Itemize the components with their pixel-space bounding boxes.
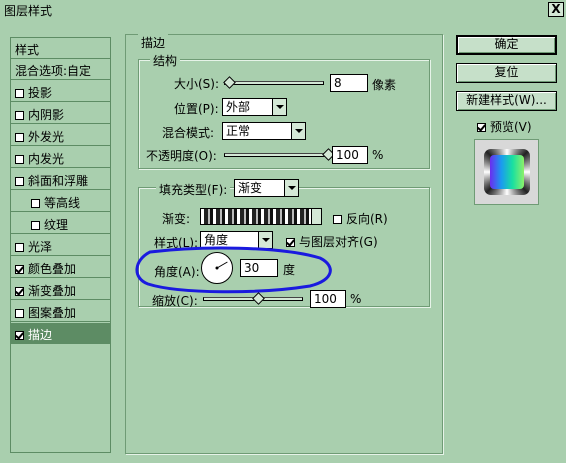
- stroke-section-title: 描边: [138, 34, 169, 51]
- style-item-checkbox[interactable]: [15, 155, 24, 164]
- chevron-down-icon: [272, 99, 286, 115]
- style-preview-box: [474, 139, 539, 205]
- style-item-label: 纹理: [44, 218, 69, 232]
- style-item-checkbox[interactable]: [15, 177, 24, 186]
- style-item-10[interactable]: 渐变叠加: [11, 279, 110, 300]
- style-item-0[interactable]: 混合选项:自定: [11, 59, 110, 80]
- style-item-label: 渐变叠加: [28, 284, 77, 298]
- style-item-label: 图案叠加: [28, 306, 77, 320]
- preview-checkbox-wrap[interactable]: 预览(V): [477, 118, 532, 135]
- styles-list-header[interactable]: 样式: [11, 38, 110, 59]
- opacity-slider-track[interactable]: [224, 153, 328, 157]
- chevron-down-icon: [284, 180, 298, 196]
- position-select[interactable]: 外部: [222, 98, 287, 116]
- preview-label: 预览(V): [490, 120, 532, 134]
- style-item-label: 外发光: [28, 130, 65, 144]
- style-item-9[interactable]: 颜色叠加: [11, 257, 110, 278]
- reset-button[interactable]: 复位: [456, 63, 557, 83]
- blend-mode-select[interactable]: 正常: [222, 122, 306, 140]
- ok-button[interactable]: 确定: [456, 35, 557, 55]
- style-item-checkbox[interactable]: [15, 133, 24, 142]
- preview-checkbox[interactable]: [477, 123, 486, 132]
- title-bar: 图层样式 X: [0, 0, 566, 21]
- reverse-checkbox-wrap[interactable]: 反向(R): [333, 210, 388, 227]
- blend-mode-value: 正常: [226, 124, 251, 138]
- position-value: 外部: [226, 100, 251, 114]
- style-item-label: 混合选项:自定: [15, 64, 92, 78]
- style-item-checkbox[interactable]: [15, 331, 24, 340]
- annotation-ellipse: [135, 246, 332, 294]
- style-item-label: 内阴影: [28, 108, 65, 122]
- style-item-label: 斜面和浮雕: [28, 174, 89, 188]
- blend-mode-label: 混合模式:: [162, 126, 215, 140]
- opacity-unit: %: [372, 148, 384, 162]
- size-slider-track[interactable]: [224, 81, 324, 85]
- style-item-1[interactable]: 投影: [11, 81, 110, 102]
- gradient-preview[interactable]: [200, 208, 322, 225]
- style-item-checkbox[interactable]: [31, 199, 40, 208]
- fill-type-select[interactable]: 渐变: [234, 179, 299, 197]
- position-label: 位置(P):: [174, 102, 219, 116]
- close-button[interactable]: X: [548, 2, 564, 17]
- close-icon: X: [551, 2, 561, 16]
- style-item-3[interactable]: 外发光: [11, 125, 110, 146]
- style-item-label: 投影: [28, 86, 53, 100]
- opacity-label: 不透明度(O):: [146, 149, 217, 163]
- style-item-checkbox[interactable]: [15, 309, 24, 318]
- style-item-checkbox[interactable]: [15, 89, 24, 98]
- reverse-label: 反向(R): [346, 212, 388, 226]
- styles-list: 样式 混合选项:自定投影内阴影外发光内发光斜面和浮雕等高线纹理光泽颜色叠加渐变叠…: [10, 37, 111, 453]
- style-item-4[interactable]: 内发光: [11, 147, 110, 168]
- style-item-label: 颜色叠加: [28, 262, 77, 276]
- window-title: 图层样式: [4, 4, 53, 18]
- style-item-label: 描边: [28, 328, 53, 342]
- gradient-label: 渐变:: [162, 212, 191, 226]
- style-item-12[interactable]: 描边: [11, 323, 110, 344]
- size-unit: 像素: [372, 78, 397, 92]
- style-item-8[interactable]: 光泽: [11, 235, 110, 256]
- style-item-5[interactable]: 斜面和浮雕: [11, 169, 110, 190]
- scale-unit: %: [350, 292, 362, 306]
- chevron-down-icon: [291, 123, 305, 139]
- reverse-checkbox[interactable]: [333, 215, 342, 224]
- structure-title: 结构: [150, 52, 181, 69]
- new-style-button[interactable]: 新建样式(W)...: [456, 91, 557, 111]
- style-item-checkbox[interactable]: [15, 287, 24, 296]
- style-item-checkbox[interactable]: [15, 111, 24, 120]
- style-item-2[interactable]: 内阴影: [11, 103, 110, 124]
- fill-type-value: 渐变: [238, 181, 263, 195]
- style-item-label: 光泽: [28, 240, 53, 254]
- style-item-label: 内发光: [28, 152, 65, 166]
- style-item-checkbox[interactable]: [15, 243, 24, 252]
- size-label: 大小(S):: [174, 77, 220, 91]
- style-item-6[interactable]: 等高线: [11, 191, 110, 212]
- preview-swatch: [490, 155, 524, 189]
- style-item-checkbox[interactable]: [15, 265, 24, 274]
- style-item-11[interactable]: 图案叠加: [11, 301, 110, 322]
- size-input[interactable]: 8: [330, 74, 368, 92]
- style-item-7[interactable]: 纹理: [11, 213, 110, 234]
- opacity-input[interactable]: 100: [332, 146, 368, 164]
- fill-type-label: 填充类型(F):: [156, 181, 231, 198]
- style-item-label: 等高线: [44, 196, 81, 210]
- chevron-down-icon: [311, 209, 321, 224]
- style-item-checkbox[interactable]: [31, 221, 40, 230]
